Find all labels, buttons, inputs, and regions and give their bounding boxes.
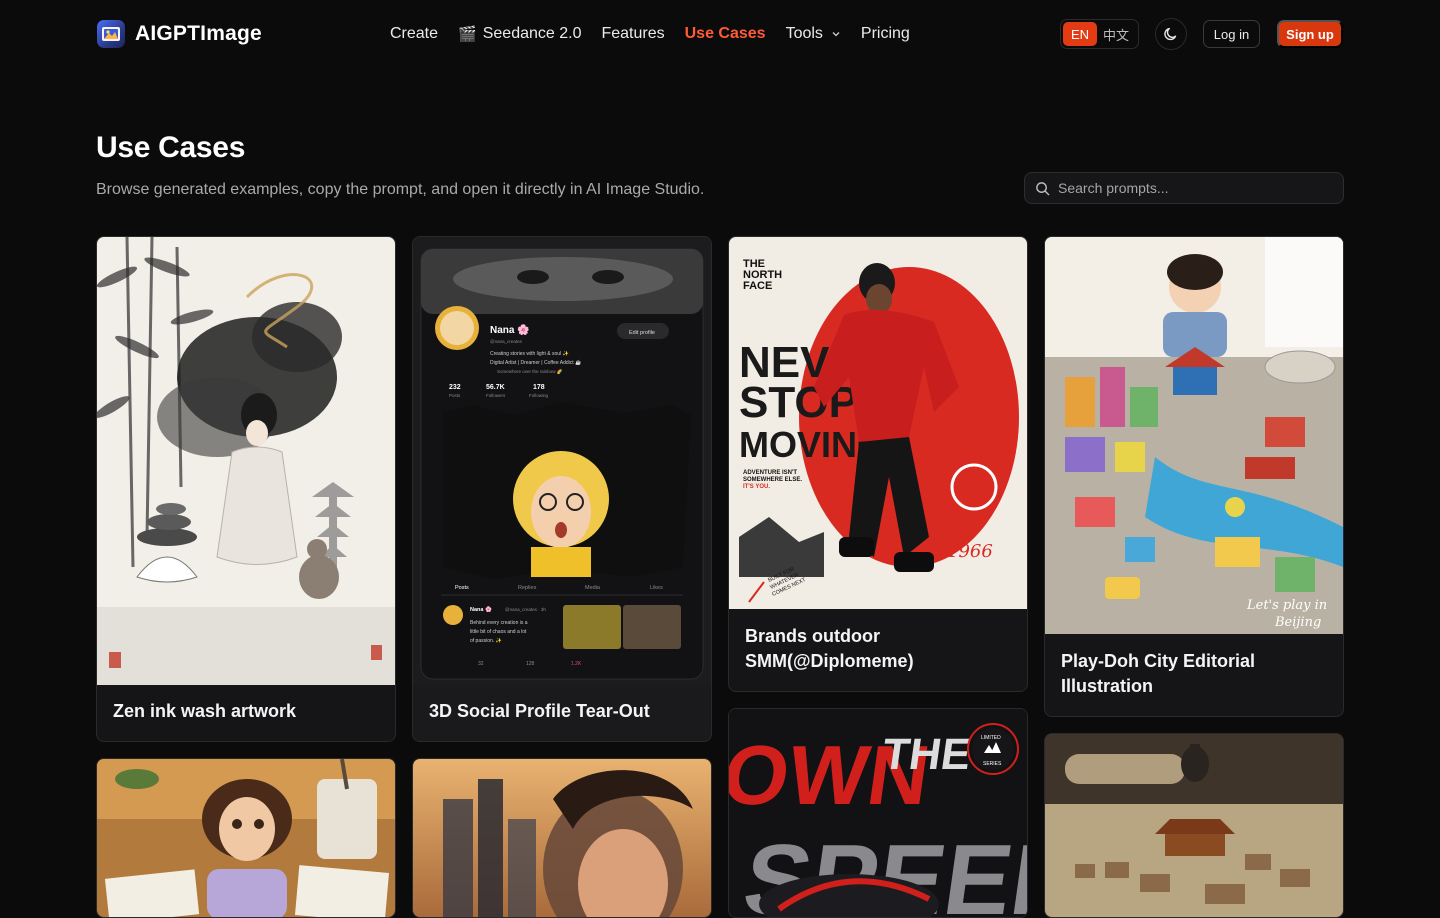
use-case-card[interactable]: Let's play in Beijing Play-Doh City Edit…: [1044, 236, 1344, 717]
nav-features-label: Features: [601, 25, 665, 42]
badge-text: SERIES: [983, 761, 1002, 767]
image-caption: Let's play in: [1246, 598, 1327, 613]
post-text-line: little bit of chaos and a lot: [470, 629, 527, 635]
nav-use-cases-label: Use Cases: [684, 25, 766, 42]
signup-button[interactable]: Sign up: [1277, 20, 1343, 48]
brand-wordmark: FACE: [743, 280, 772, 292]
brand-logo[interactable]: AIGPTImage: [97, 19, 262, 49]
use-case-card[interactable]: THE NORTH FACE NEVER STOP MOVING ADVENTU…: [728, 236, 1028, 692]
nav-pricing-label: Pricing: [860, 25, 910, 42]
use-case-card[interactable]: [412, 758, 712, 918]
card-image: [97, 759, 395, 917]
nav-pricing[interactable]: Pricing: [861, 25, 910, 43]
theme-toggle-button[interactable]: [1155, 18, 1187, 50]
card-image: [97, 237, 395, 685]
poster-tagline: SOMEWHERE ELSE.: [743, 477, 802, 483]
language-switcher: EN 中文: [1060, 19, 1139, 49]
chevron-down-icon: [832, 32, 840, 37]
moon-icon: [1164, 27, 1177, 41]
lang-en-button[interactable]: EN: [1063, 22, 1097, 46]
post-reposts-count: 128: [526, 661, 535, 667]
nav-create-label: Create: [390, 25, 439, 42]
profile-bio-line: Creating stories with light & soul ✨: [490, 350, 569, 357]
poster-tagline: IT'S YOU.: [743, 484, 770, 490]
nav-use-cases[interactable]: Use Cases: [685, 25, 766, 43]
poster-tagline: ADVENTURE ISN'T: [743, 470, 797, 476]
clapperboard-icon: 🎬: [458, 26, 477, 43]
stat-followers-label: Followers: [486, 393, 506, 398]
poster-year: 1966: [947, 541, 993, 562]
profile-tab: Replies: [518, 585, 537, 591]
search-icon: [1036, 181, 1050, 195]
card-image: OWN THE SPEED LIMITED SERIES: [729, 709, 1027, 917]
stat-following-value: 178: [533, 384, 545, 391]
card-image: Nana 🌸 @nana_creates Edit profile Creati…: [413, 237, 711, 685]
post-likes-count: 1.2K: [571, 661, 582, 667]
top-header: AIGPTImage Create 🎬 Seedance 2.0 Feature…: [0, 0, 1440, 68]
card-image: THE NORTH FACE NEVER STOP MOVING ADVENTU…: [729, 237, 1027, 609]
main-nav: Create 🎬 Seedance 2.0 Features Use Cases…: [390, 22, 910, 46]
nav-create[interactable]: Create: [390, 25, 438, 43]
profile-bio-line: Digital Artist | Dreamer | Coffee Addict…: [490, 359, 581, 366]
use-case-card[interactable]: [96, 758, 396, 918]
stat-posts-label: Posts: [449, 393, 461, 398]
stat-posts-value: 232: [449, 384, 461, 391]
brand-name: AIGPTImage: [135, 22, 262, 45]
post-text-line: Behind every creation is a: [470, 620, 528, 626]
stat-followers-value: 56.7K: [486, 384, 505, 391]
card-image: Let's play in Beijing: [1045, 237, 1343, 634]
post-author: Nana 🌸: [470, 606, 492, 613]
lang-zh-button[interactable]: 中文: [1097, 22, 1135, 46]
login-button[interactable]: Log in: [1203, 20, 1260, 48]
use-case-card[interactable]: Zen ink wash artwork: [96, 236, 396, 742]
card-title: Zen ink wash artwork: [113, 701, 297, 721]
use-case-card[interactable]: Nana 🌸 @nana_creates Edit profile Creati…: [412, 236, 712, 742]
profile-tab: Media: [585, 585, 601, 591]
card-title: Play-Doh City Editorial Illustration: [1061, 651, 1256, 696]
image-frame-icon: [97, 20, 125, 48]
nav-features[interactable]: Features: [601, 25, 664, 43]
search-input[interactable]: [1058, 180, 1343, 196]
nav-tools[interactable]: Tools: [786, 25, 841, 43]
card-title: Brands outdoor SMM(@Diplomeme): [745, 626, 914, 671]
use-case-card[interactable]: OWN THE SPEED LIMITED SERIES: [728, 708, 1028, 918]
card-title: 3D Social Profile Tear-Out: [429, 701, 650, 721]
post-text-line: of passion. ✨: [470, 637, 502, 644]
edit-profile-button: Edit profile: [629, 330, 655, 336]
post-meta: @nana_creates · 3h: [505, 607, 546, 612]
card-image: [413, 759, 711, 917]
search-box: [1024, 172, 1344, 204]
profile-tab: Likes: [650, 585, 663, 591]
poster-word: THE: [879, 730, 974, 779]
page-title: Use Cases: [96, 131, 246, 164]
page-subtitle: Browse generated examples, copy the prom…: [96, 181, 705, 198]
use-case-card[interactable]: [1044, 733, 1344, 918]
profile-location: Somewhere over the rainbow 🌈: [497, 368, 563, 374]
nav-tools-label: Tools: [785, 25, 823, 42]
image-caption: Beijing: [1274, 615, 1321, 630]
profile-name: Nana 🌸: [490, 323, 530, 336]
card-image: [1045, 734, 1343, 917]
nav-seedance-label: Seedance 2.0: [482, 25, 582, 42]
profile-handle: @nana_creates: [490, 339, 523, 344]
badge-text: LIMITED: [981, 735, 1001, 741]
stat-following-label: Following: [529, 393, 549, 398]
post-replies-count: 32: [478, 661, 484, 667]
profile-tab: Posts: [455, 585, 469, 591]
nav-seedance[interactable]: 🎬 Seedance 2.0: [458, 25, 581, 43]
